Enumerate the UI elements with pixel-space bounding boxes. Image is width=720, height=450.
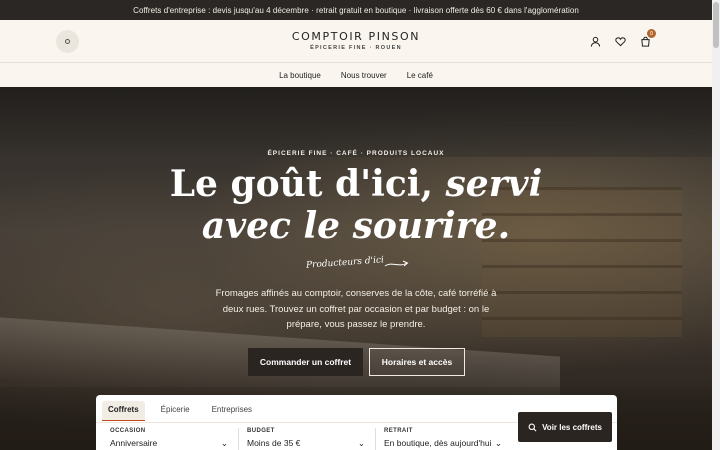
hero: ÉPICERIE FINE · CAFÉ · PRODUITS LOCAUX L… [0,87,712,450]
curved-arrow-icon [384,260,409,267]
nav-item-cafe[interactable]: Le café [407,71,433,80]
hero-eyebrow: ÉPICERIE FINE · CAFÉ · PRODUITS LOCAUX [267,150,445,157]
budget-value: Moins de 35 € [247,438,301,448]
occasion-label: OCCASION [110,428,146,434]
finder-tabs: Coffrets Épicerie Entreprises [102,401,258,421]
budget-select[interactable]: BUDGET Moins de 35 € ⌄ [247,428,365,450]
hero-description: Fromages affinés au comptoir, conserves … [215,288,497,330]
headline-emphasis: servi [445,163,543,205]
gift-finder: Coffrets Épicerie Entreprises OCCASION A… [96,395,617,450]
headline-part-1: Le goût d'ici, [169,163,446,205]
chevron-down-icon: ⌄ [220,438,228,448]
chevron-down-icon: ⌄ [494,438,502,448]
occasion-value: Anniversaire [110,438,158,448]
account-icon[interactable] [587,33,603,49]
budget-label: BUDGET [247,428,275,434]
see-coffrets-label: Voir les coffrets [542,422,602,432]
see-coffrets-button[interactable]: Voir les coffrets [518,412,612,442]
heart-icon[interactable] [612,33,628,49]
pickup-value: En boutique, dès aujourd'hui [384,438,492,448]
announcement-text: Coffrets d'entreprise : devis jusqu'au 4… [133,5,579,15]
brand-name: COMPTOIR PINSON [291,30,421,43]
field-divider [375,428,376,450]
pickup-select[interactable]: RETRAIT En boutique, dès aujourd'hui ⌄ [384,428,502,450]
nav-item-boutique[interactable]: La boutique [279,71,321,80]
main-nav: La boutique Nous trouver Le café [0,63,712,87]
hero-headline: Le goût d'ici, servi avec le sourire. [0,163,712,247]
cart-icon[interactable]: 0 [637,29,656,49]
brand[interactable]: COMPTOIR PINSON ÉPICERIE FINE · ROUEN [0,30,712,51]
nav-item-nous-trouver[interactable]: Nous trouver [341,71,387,80]
order-coffret-button[interactable]: Commander un coffret [248,348,363,376]
occasion-select[interactable]: OCCASION Anniversaire ⌄ [110,428,228,450]
chevron-down-icon: ⌄ [357,438,365,448]
brand-tagline: ÉPICERIE FINE · ROUEN [310,45,402,51]
site-header: COMPTOIR PINSON ÉPICERIE FINE · ROUEN 0 [0,20,712,63]
tab-coffrets[interactable]: Coffrets [102,401,145,421]
field-divider [238,428,239,450]
cart-count-badge: 0 [647,29,656,38]
tab-epicerie[interactable]: Épicerie [155,401,196,421]
announcement-bar: Coffrets d'entreprise : devis jusqu'au 4… [0,0,712,20]
scrollbar[interactable] [712,0,720,450]
hours-access-button[interactable]: Horaires et accès [369,348,465,376]
tab-entreprises[interactable]: Entreprises [206,401,258,421]
pickup-label: RETRAIT [384,428,413,434]
scrollbar-thumb[interactable] [713,2,719,48]
search-icon [528,423,537,431]
headline-part-2: avec le sourire. [201,205,511,247]
